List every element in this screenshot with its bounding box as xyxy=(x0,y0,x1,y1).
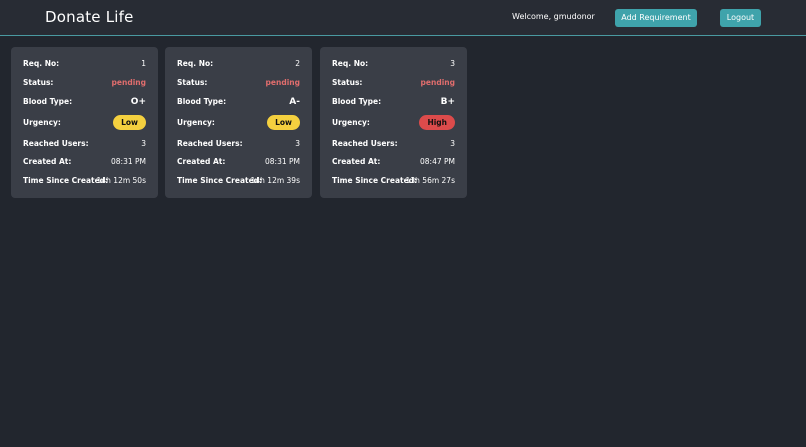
welcome-text: Welcome, gmudonor xyxy=(512,12,595,21)
status-value: pending xyxy=(111,78,146,87)
reached-users-row: Reached Users: 3 xyxy=(23,137,146,151)
blood-type-value: O+ xyxy=(130,97,146,107)
top-navbar: Donate Life Welcome, gmudonor Add Requir… xyxy=(0,0,806,36)
time-since-label: Time Since Created: xyxy=(23,176,109,185)
status-row: Status: pending xyxy=(177,76,300,90)
created-at-label: Created At: xyxy=(177,157,226,166)
reached-users-value: 3 xyxy=(450,139,455,148)
urgency-badge: Low xyxy=(113,115,146,130)
blood-type-row: Blood Type: O+ xyxy=(23,95,146,109)
urgency-row: Urgency: Low xyxy=(177,115,300,130)
blood-type-value: B+ xyxy=(440,97,455,107)
req-no-row: Req. No: 3 xyxy=(332,57,455,71)
blood-type-label: Blood Type: xyxy=(177,97,227,106)
blood-type-label: Blood Type: xyxy=(23,97,73,106)
status-value: pending xyxy=(420,78,455,87)
reached-users-value: 3 xyxy=(141,139,146,148)
time-since-row: Time Since Created: 14h 12m 50s xyxy=(23,174,146,188)
created-at-label: Created At: xyxy=(23,157,72,166)
time-since-row: Time Since Created: 13h 56m 27s xyxy=(332,174,455,188)
reached-users-label: Reached Users: xyxy=(177,139,243,148)
urgency-label: Urgency: xyxy=(177,118,215,127)
status-label: Status: xyxy=(332,78,363,87)
time-since-value: 14h 12m 50s xyxy=(96,176,146,185)
time-since-label: Time Since Created: xyxy=(177,176,263,185)
reached-users-row: Reached Users: 3 xyxy=(177,137,300,151)
urgency-row: Urgency: High xyxy=(332,115,455,130)
status-row: Status: pending xyxy=(23,76,146,90)
req-no-value: 2 xyxy=(295,59,300,68)
blood-type-row: Blood Type: B+ xyxy=(332,95,455,109)
requirement-card: Req. No: 1 Status: pending Blood Type: O… xyxy=(11,47,158,198)
blood-type-row: Blood Type: A- xyxy=(177,95,300,109)
created-at-value: 08:31 PM xyxy=(265,157,300,166)
created-at-label: Created At: xyxy=(332,157,381,166)
req-no-label: Req. No: xyxy=(23,59,60,68)
req-no-row: Req. No: 2 xyxy=(177,57,300,71)
time-since-label: Time Since Created: xyxy=(332,176,418,185)
urgency-label: Urgency: xyxy=(23,118,61,127)
urgency-row: Urgency: Low xyxy=(23,115,146,130)
req-no-label: Req. No: xyxy=(177,59,214,68)
reached-users-value: 3 xyxy=(295,139,300,148)
brand-title: Donate Life xyxy=(45,8,134,26)
urgency-label: Urgency: xyxy=(332,118,370,127)
urgency-badge: High xyxy=(419,115,455,130)
req-no-label: Req. No: xyxy=(332,59,369,68)
time-since-value: 13h 56m 27s xyxy=(405,176,455,185)
req-no-value: 1 xyxy=(141,59,146,68)
logout-button[interactable]: Logout xyxy=(720,9,761,27)
status-label: Status: xyxy=(177,78,208,87)
created-at-row: Created At: 08:31 PM xyxy=(177,155,300,169)
reached-users-label: Reached Users: xyxy=(23,139,89,148)
created-at-row: Created At: 08:47 PM xyxy=(332,155,455,169)
status-row: Status: pending xyxy=(332,76,455,90)
created-at-row: Created At: 08:31 PM xyxy=(23,155,146,169)
reached-users-label: Reached Users: xyxy=(332,139,398,148)
time-since-row: Time Since Created: 14h 12m 39s xyxy=(177,174,300,188)
created-at-value: 08:31 PM xyxy=(111,157,146,166)
add-requirement-button[interactable]: Add Requirement xyxy=(615,9,697,27)
status-label: Status: xyxy=(23,78,54,87)
urgency-badge: Low xyxy=(267,115,300,130)
created-at-value: 08:47 PM xyxy=(420,157,455,166)
blood-type-value: A- xyxy=(289,97,300,107)
time-since-value: 14h 12m 39s xyxy=(250,176,300,185)
req-no-row: Req. No: 1 xyxy=(23,57,146,71)
reached-users-row: Reached Users: 3 xyxy=(332,137,455,151)
requirement-card: Req. No: 3 Status: pending Blood Type: B… xyxy=(320,47,467,198)
requirement-card: Req. No: 2 Status: pending Blood Type: A… xyxy=(165,47,312,198)
req-no-value: 3 xyxy=(450,59,455,68)
status-value: pending xyxy=(265,78,300,87)
blood-type-label: Blood Type: xyxy=(332,97,382,106)
